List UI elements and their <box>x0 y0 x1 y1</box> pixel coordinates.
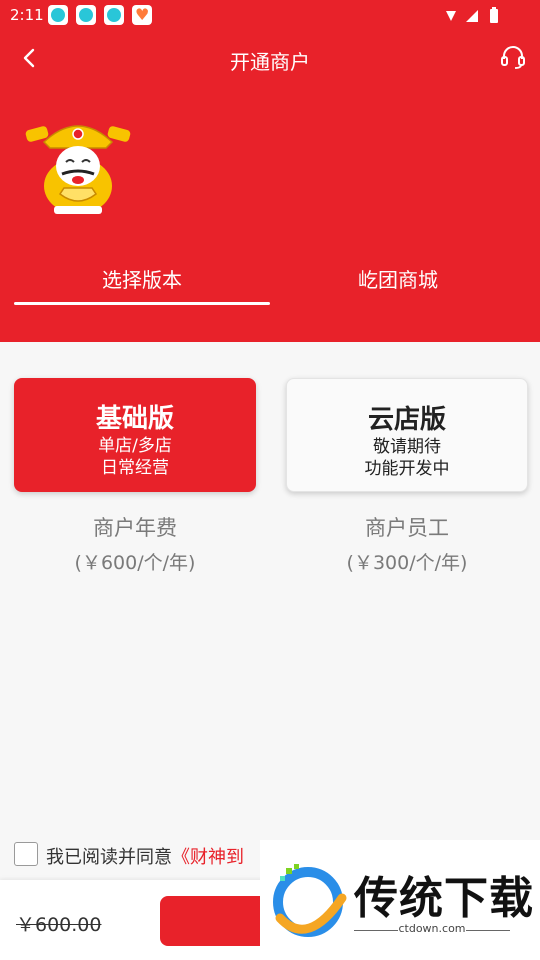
status-bar: 2:11 <box>0 0 540 32</box>
notification-icons <box>48 5 152 25</box>
agreement-prefix: 我已阅读并同意 <box>46 847 172 868</box>
battery-icon <box>490 9 498 23</box>
fee-label-annual: 商户年费 <box>93 516 177 540</box>
plan-desc-line: 日常经营 <box>101 458 169 478</box>
active-tab-indicator <box>14 302 270 305</box>
plan-desc-line: 单店/多店 <box>98 436 172 456</box>
page-header: 开通商户 选择版本 屹团商城 <box>0 32 540 342</box>
wifi-icon <box>446 11 456 21</box>
watermark-url: ctdown.com <box>398 922 466 935</box>
god-of-wealth-mascot-icon <box>25 125 131 214</box>
watermark-logo-icon <box>273 864 347 937</box>
plan-desc-line: 功能开发中 <box>364 459 450 479</box>
fee-price-annual: (￥600/个/年) <box>74 552 196 574</box>
agreement-link[interactable]: 《财神到 <box>172 847 244 868</box>
tab-yituan-mall[interactable]: 屹团商城 <box>270 256 526 306</box>
plan-title: 云店版 <box>367 405 446 435</box>
fee-label-staff: 商户员工 <box>365 516 449 540</box>
customer-service-headset-icon[interactable] <box>500 44 526 70</box>
tab-select-version[interactable]: 选择版本 <box>14 256 270 306</box>
agreement-text: 我已阅读并同意《财神到 <box>46 843 244 868</box>
signal-battery-icons <box>446 7 498 23</box>
plan-desc-line: 敬请期待 <box>373 437 441 457</box>
app-notification-icon <box>48 5 68 25</box>
agreement-checkbox[interactable] <box>14 842 38 866</box>
status-time: 2:11 <box>10 6 44 24</box>
fee-price-staff: (￥300/个/年) <box>346 552 468 574</box>
tab-label: 屹团商城 <box>358 268 438 292</box>
signal-icon <box>466 10 478 22</box>
heart-app-icon <box>132 5 152 25</box>
tab-label: 选择版本 <box>102 268 182 292</box>
page-title: 开通商户 <box>230 50 310 74</box>
watermark-brand: 传统下载 <box>354 873 534 924</box>
original-price: ￥600.00 <box>16 914 102 936</box>
plan-card-cloud[interactable]: 云店版 敬请期待 功能开发中 <box>286 378 528 492</box>
plan-title: 基础版 <box>95 404 174 434</box>
plan-card-basic[interactable]: 基础版 单店/多店 日常经营 <box>14 378 256 492</box>
app-notification-icon <box>76 5 96 25</box>
app-notification-icon <box>104 5 124 25</box>
watermark-overlay: 传统下载 ctdown.com <box>260 840 540 960</box>
tab-bar: 选择版本 屹团商城 <box>14 256 526 306</box>
